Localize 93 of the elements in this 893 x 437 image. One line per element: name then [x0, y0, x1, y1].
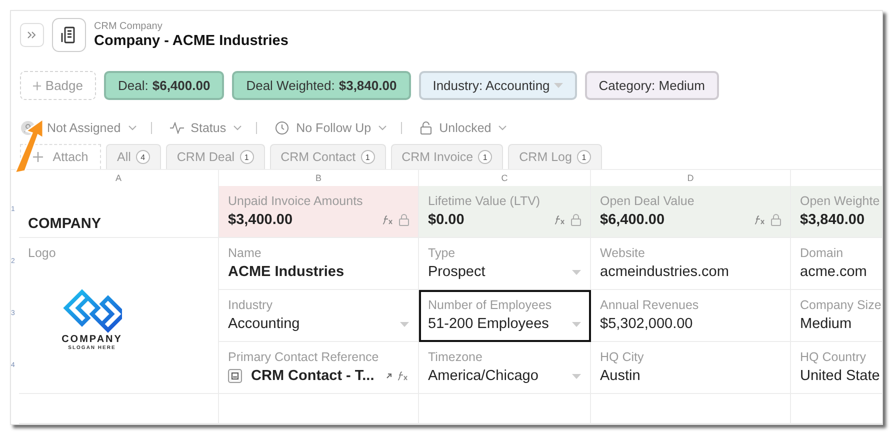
chevron-down-icon	[233, 124, 242, 130]
count-badge: 1	[240, 150, 254, 164]
tab[interactable]: CRM Contact 1	[270, 144, 386, 169]
tab[interactable]: CRM Log 1	[508, 144, 602, 169]
chevron-down-icon	[128, 124, 137, 130]
field-value: $5,302,000.00	[600, 316, 694, 332]
open-link-icon[interactable]	[386, 373, 392, 379]
field-label: Timezone	[428, 350, 484, 364]
field-label: Domain	[800, 246, 844, 260]
count-badge: 1	[478, 150, 492, 164]
field-value: Accounting	[228, 316, 300, 332]
table-cell: COMPANY	[19, 186, 219, 238]
badge-dropdown[interactable]: Industry: Accounting	[418, 71, 577, 100]
record-title: Company - ACME Industries	[94, 33, 288, 49]
field-label: Unpaid Invoice Amounts	[228, 194, 364, 208]
field-label: Open Weighte	[800, 194, 881, 208]
field-label: Company Size	[800, 298, 882, 312]
badge[interactable]: Deal: $6,400.00	[104, 71, 224, 100]
lock-icon	[399, 214, 409, 226]
table-cell[interactable]: Number of Employees 51-200 Employees	[419, 290, 591, 342]
field-label: Open Deal Value	[600, 194, 696, 208]
unlocked-icon	[420, 120, 432, 134]
dropdown-caret-icon	[554, 83, 563, 88]
field-value: Austin	[600, 368, 642, 384]
count-badge: 1	[360, 150, 375, 164]
field-label: Website	[600, 246, 646, 260]
table-cell[interactable]: Company Size Medium	[791, 290, 882, 342]
table-cell[interactable]: Website acmeindustries.com	[591, 238, 791, 290]
field-value: $6,400.00	[600, 212, 665, 228]
chevron-down-icon	[498, 124, 508, 130]
table-cell[interactable]: Lifetime Value (LTV) $0.00	[419, 186, 591, 238]
field-value: $3,400.00	[228, 212, 293, 228]
tab[interactable]: All 4	[106, 144, 161, 169]
table-cell[interactable]: HQ Country United State	[791, 342, 882, 394]
field-label: Primary Contact Reference	[228, 350, 380, 364]
dropdown-caret-icon	[572, 322, 581, 326]
field-value: ACME Industries	[228, 264, 346, 280]
badge[interactable]: Category: Medium	[584, 71, 719, 100]
table-cell[interactable]: Primary Contact Reference CRM Contact - T...	[219, 342, 419, 394]
expand-sidebar-button[interactable]	[20, 23, 44, 47]
table-cell[interactable]: Industry Accounting	[219, 290, 419, 342]
double-chevron-icon	[27, 31, 37, 39]
dropdown-caret-icon	[572, 270, 581, 274]
logo-wordmark: COMPANY	[60, 334, 124, 345]
plus-icon	[33, 80, 42, 90]
badge[interactable]: Deal Weighted: $3,840.00	[232, 71, 411, 100]
contact-card-icon	[228, 369, 242, 383]
formula-icon	[754, 215, 766, 225]
field-label: Logo	[28, 246, 57, 260]
field-label: HQ City	[600, 350, 645, 364]
dropdown-caret-icon	[400, 322, 409, 326]
table-cell[interactable]: Timezone America/Chicago	[419, 342, 591, 394]
field-label: Type	[428, 246, 456, 260]
field-label: Name	[228, 246, 262, 260]
formula-icon	[382, 215, 394, 225]
field-value: Prospect	[428, 264, 486, 280]
chevron-down-icon	[378, 124, 388, 130]
lock-icon	[771, 214, 781, 226]
table-cell[interactable]: Unpaid Invoice Amounts $3,400.00	[219, 186, 419, 238]
table-cell[interactable]: Type Prospect	[419, 238, 591, 290]
field-value: America/Chicago	[428, 368, 538, 384]
logo-icon	[62, 288, 122, 334]
field-label: Annual Revenues	[600, 298, 700, 312]
field-value: United State	[800, 368, 881, 384]
table-cell[interactable]: Name ACME Industries	[219, 238, 419, 290]
field-value: $0.00	[428, 212, 464, 228]
table-cell[interactable]: HQ City Austin	[591, 342, 791, 394]
field-value: 51-200 Employees	[428, 316, 549, 332]
table-cell[interactable]: Annual Revenues $5,302,000.00	[591, 290, 791, 342]
tab[interactable]: CRM Deal 1	[166, 144, 265, 169]
table-cell[interactable]: Open Weighte $3,840.00	[791, 186, 882, 238]
table-cell[interactable]: Domain acme.com	[791, 238, 882, 290]
record-type: CRM Company	[94, 21, 164, 32]
reference-link[interactable]: CRM Contact - T...	[251, 368, 374, 384]
plus-icon	[32, 152, 43, 162]
clock-icon	[275, 120, 290, 134]
dropdown-caret-icon	[572, 374, 581, 378]
field-label: Industry	[228, 298, 274, 312]
activity-icon	[170, 122, 184, 134]
field-value: acmeindustries.com	[600, 264, 730, 280]
count-badge: 1	[576, 150, 591, 164]
field-value: $3,840.00	[800, 212, 865, 228]
field-label: Number of Employees	[428, 298, 553, 312]
field-label: Lifetime Value (LTV)	[428, 194, 542, 208]
lock-icon	[571, 214, 581, 226]
field-value: Medium	[800, 316, 853, 332]
field-label: HQ Country	[800, 350, 867, 364]
tab[interactable]: CRM Invoice 1	[390, 144, 504, 169]
count-badge: 4	[136, 150, 150, 164]
formula-icon	[397, 371, 409, 381]
field-value: acme.com	[800, 264, 868, 280]
table-cell[interactable]: Open Deal Value $6,400.00	[591, 186, 791, 238]
formula-icon	[554, 215, 566, 225]
